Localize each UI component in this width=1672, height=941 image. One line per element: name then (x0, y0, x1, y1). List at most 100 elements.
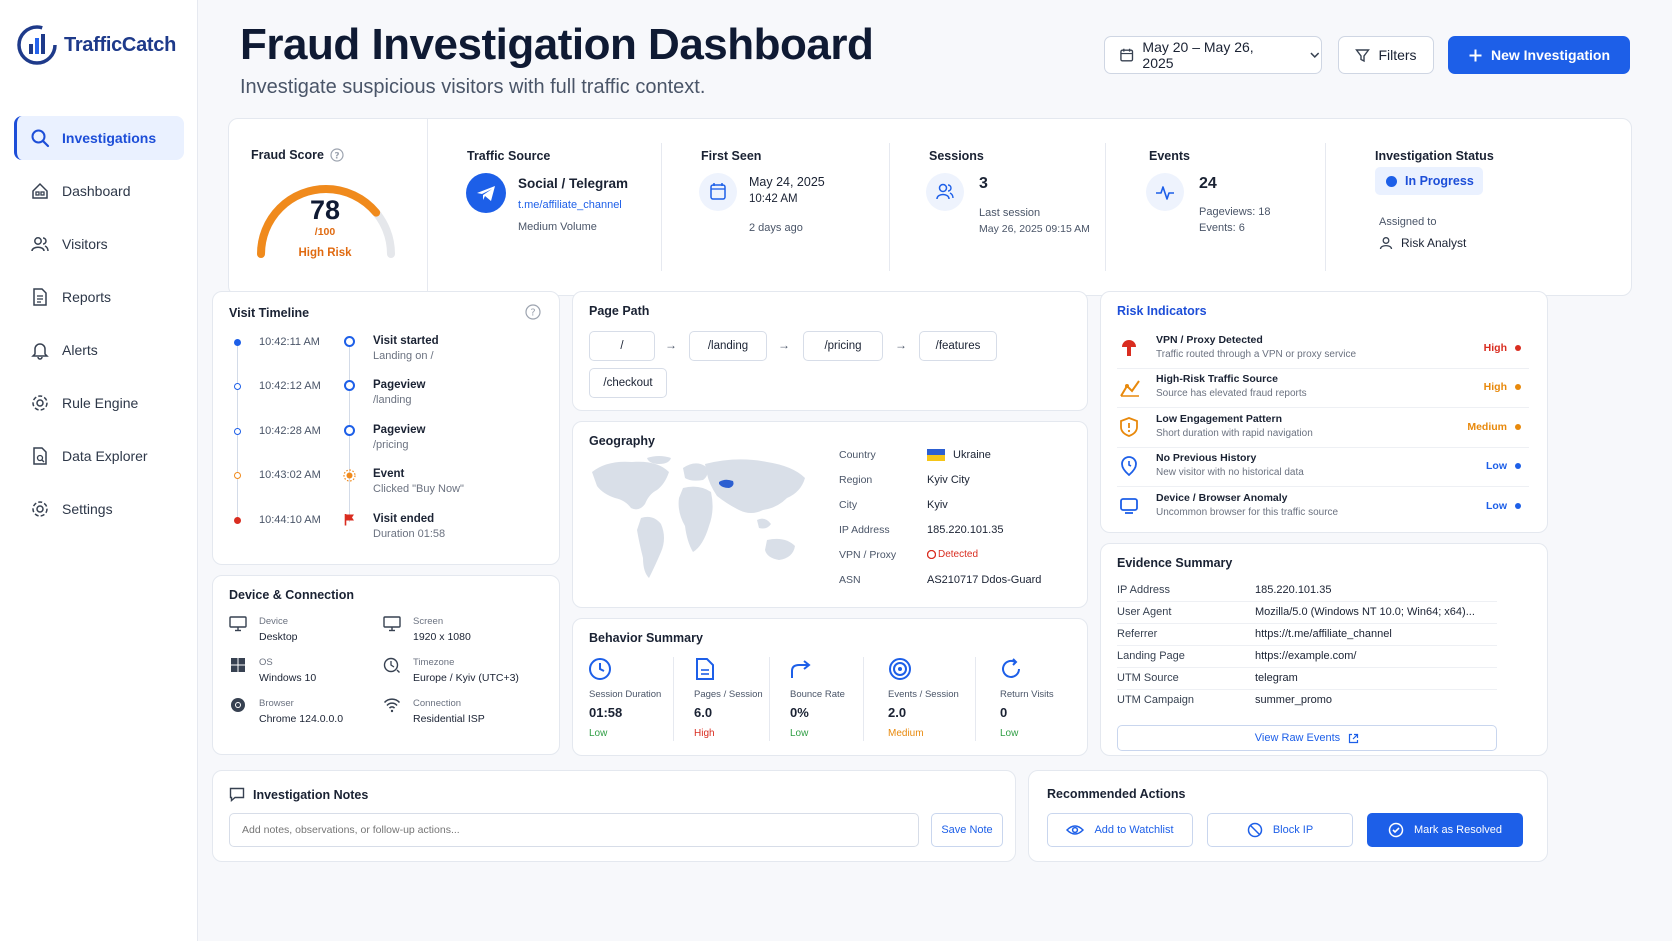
geo-value: Ukraine (953, 449, 991, 461)
view-raw-events-label: View Raw Events (1254, 732, 1341, 744)
filters-button[interactable]: Filters (1338, 36, 1434, 74)
first-seen-date: May 24, 2025 (749, 175, 825, 189)
metric-value: 6.0 (694, 705, 713, 720)
help-icon[interactable]: ? (525, 304, 541, 320)
mark-as-resolved-label: Mark as Resolved (1413, 824, 1503, 836)
first-seen-ago: 2 days ago (749, 222, 803, 234)
block-ip-button[interactable]: Block IP (1207, 813, 1353, 847)
geography-card: Geography Country Ukraine Region Kyiv Ci… (572, 421, 1088, 608)
metric-label: Return Visits (1000, 689, 1054, 700)
ukraine-flag-icon (927, 449, 945, 461)
metric-level: Low (790, 728, 809, 739)
timezone-value: Europe / Kyiv (UTC+3) (413, 672, 519, 684)
risk-desc: Traffic routed through a VPN or proxy se… (1156, 349, 1357, 360)
timeline-time: 10:42:28 AM (259, 425, 321, 437)
assignee[interactable]: Risk Analyst (1379, 236, 1466, 250)
risk-level: Low (1486, 460, 1521, 472)
page-title: Fraud Investigation Dashboard (240, 20, 874, 69)
sidebar-item-label: Investigations (62, 130, 157, 146)
settings-icon (32, 501, 48, 517)
sidebar-item-label: Dashboard (62, 183, 131, 199)
events-pageviews: Pageviews: 18 (1199, 206, 1271, 218)
sessions-users-icon (926, 173, 964, 211)
risk-desc: Uncommon browser for this traffic source (1156, 507, 1339, 518)
status-badge[interactable]: In Progress (1375, 167, 1483, 195)
timeline-title: Event (373, 468, 405, 480)
date-range-picker[interactable]: May 20 – May 26, 2025 (1104, 36, 1322, 74)
sidebar-item-reports[interactable]: Reports (14, 275, 184, 319)
geo-label: ASN (839, 574, 861, 586)
evidence-row: UTM Source telegram (1117, 668, 1497, 690)
history-pin-icon (1121, 456, 1137, 476)
mark-as-resolved-button[interactable]: Mark as Resolved (1367, 813, 1523, 847)
sidebar-item-label: Settings (62, 501, 113, 517)
dashboard-icon (32, 182, 48, 199)
eye-icon (1066, 825, 1085, 835)
timeline-desc: Landing on / (373, 350, 434, 362)
sidebar-item-visitors[interactable]: Visitors (14, 222, 184, 266)
notes-header: Investigation Notes (229, 787, 368, 802)
notes-input[interactable] (229, 813, 919, 847)
behavior-summary-card: Behavior Summary Session Duration 01:58 … (572, 618, 1088, 756)
brand-logo[interactable]: TrafficCatch (16, 24, 176, 66)
event-sun-icon (343, 469, 356, 482)
sidebar-item-investigations[interactable]: Investigations (14, 116, 184, 160)
path-step[interactable]: /pricing (803, 331, 883, 361)
recommended-actions-card: Recommended Actions Add to Watchlist Blo… (1028, 770, 1548, 862)
device-anomaly-icon (1120, 498, 1138, 514)
metric-label: Events / Session (888, 689, 959, 700)
path-arrow-icon: → (665, 338, 677, 352)
screen-value: 1920 x 1080 (413, 631, 471, 643)
sidebar-item-rule-engine[interactable]: Rule Engine (14, 381, 184, 425)
chevron-down-icon (1310, 52, 1320, 58)
first-seen-label: First Seen (701, 149, 762, 163)
path-step[interactable]: / (589, 331, 655, 361)
visit-timeline-title: Visit Timeline (229, 306, 310, 320)
save-note-button[interactable]: Save Note (931, 813, 1003, 847)
target-icon (889, 658, 911, 680)
metric-label: Bounce Rate (790, 689, 845, 700)
refresh-icon (1002, 658, 1020, 678)
fraud-score-max: /100 (314, 226, 336, 238)
path-step[interactable]: /features (919, 331, 997, 361)
page-path-card: Page Path / → /landing → /pricing → /fea… (572, 291, 1088, 411)
timeline-title: Pageview (373, 379, 426, 391)
sidebar-item-label: Data Explorer (62, 448, 148, 464)
view-raw-events-button[interactable]: View Raw Events (1117, 725, 1497, 751)
clock-icon (589, 658, 611, 680)
status-value: In Progress (1405, 174, 1474, 188)
metric-label: Session Duration (589, 689, 662, 700)
monitor-icon (229, 616, 247, 632)
timeline-title: Visit started (373, 335, 439, 347)
traffic-source-link[interactable]: t.me/affiliate_channel (518, 199, 622, 211)
risk-indicators-title: Risk Indicators (1117, 304, 1207, 318)
risk-title: High-Risk Traffic Source (1156, 373, 1278, 385)
sidebar-item-dashboard[interactable]: Dashboard (14, 169, 184, 213)
page-path-title: Page Path (589, 304, 650, 318)
geo-label: VPN / Proxy (839, 549, 897, 561)
metric-value: 0 (1000, 705, 1008, 720)
sidebar-item-settings[interactable]: Settings (14, 487, 184, 531)
traffic-source-volume: Medium Volume (518, 221, 597, 233)
help-icon[interactable]: ? (330, 148, 344, 162)
sidebar-item-alerts[interactable]: Alerts (14, 328, 184, 372)
new-investigation-button[interactable]: New Investigation (1448, 36, 1630, 74)
new-investigation-label: New Investigation (1490, 47, 1611, 63)
path-step[interactable]: /landing (689, 331, 767, 361)
metric-level: Medium (888, 728, 924, 739)
plus-icon (1469, 49, 1482, 61)
os-label: OS (259, 657, 273, 668)
timeline-desc: /pricing (373, 439, 409, 451)
timeline-desc: /landing (373, 394, 412, 406)
comment-icon (229, 787, 245, 802)
add-to-watchlist-button[interactable]: Add to Watchlist (1047, 813, 1193, 847)
fraud-score-value: 78 (309, 195, 341, 225)
events-label: Events (1149, 149, 1190, 163)
timeline-time: 10:44:10 AM (259, 514, 321, 526)
summary-card: Fraud Score ? 78 /100 High Risk Traffic … (228, 118, 1632, 297)
events-count: Events: 6 (1199, 222, 1245, 234)
events-value: 24 (1199, 175, 1217, 192)
path-step[interactable]: /checkout (589, 368, 667, 398)
sidebar-nav: Investigations Dashboard Visitors Report… (14, 116, 184, 540)
sidebar-item-data-explorer[interactable]: Data Explorer (14, 434, 184, 478)
